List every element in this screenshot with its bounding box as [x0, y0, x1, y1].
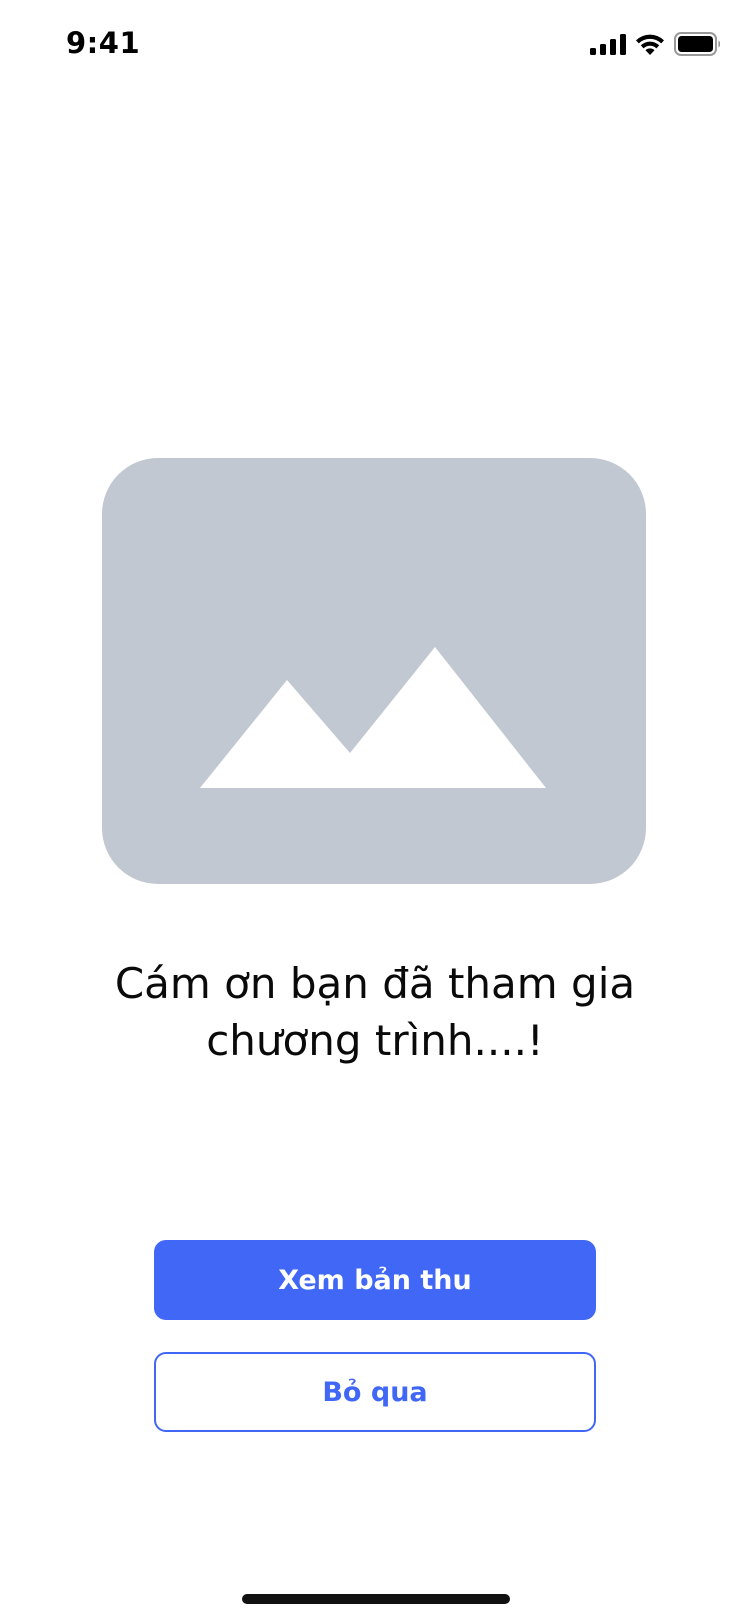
image-placeholder: [102, 458, 646, 884]
view-recording-button[interactable]: Xem bản thu: [154, 1240, 596, 1320]
status-icons: [590, 31, 722, 61]
message-line-1: Cám ơn bạn đã tham gia: [114, 959, 636, 1008]
status-time: 9:41: [66, 26, 141, 60]
message-line-2: chương trình....!: [206, 1016, 544, 1065]
image-placeholder-icon: [200, 647, 546, 788]
battery-icon: [674, 31, 722, 61]
status-bar: 9:41: [0, 0, 750, 90]
thank-you-message: Cám ơn bạn đã tham gia chương trình....!: [60, 955, 690, 1069]
cellular-signal-icon: [590, 33, 626, 60]
home-indicator: [242, 1594, 510, 1604]
skip-button[interactable]: Bỏ qua: [154, 1352, 596, 1432]
wifi-icon: [634, 32, 666, 61]
